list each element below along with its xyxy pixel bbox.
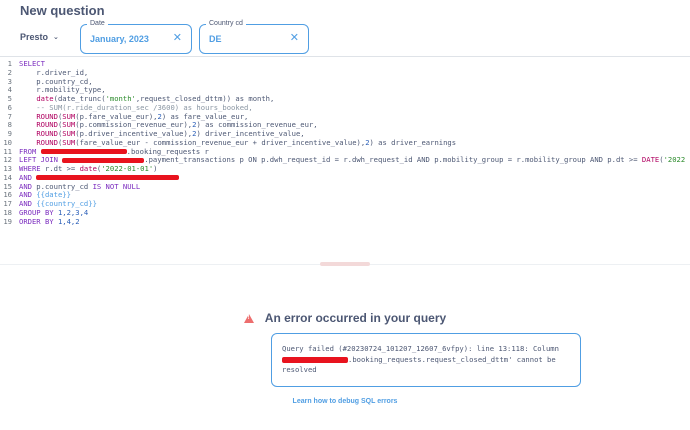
code-line: 19 ORDER BY 1,4,2 xyxy=(0,216,690,227)
error-title: An error occurred in your query xyxy=(264,311,447,325)
page-title: New question xyxy=(20,2,105,18)
date-filter-value: January, 2023 xyxy=(90,34,149,44)
error-line: .booking_requests.request_closed_dttm' c… xyxy=(282,355,570,366)
redaction-mark xyxy=(282,356,348,363)
resize-handle[interactable] xyxy=(320,262,370,266)
date-filter-label: Date xyxy=(87,20,108,28)
code-line: 18 GROUP BY 1,2,3,4 xyxy=(0,208,690,218)
chevron-down-icon: ⌄ xyxy=(53,34,59,41)
country-filter-value: DE xyxy=(209,34,222,44)
error-message-box: Query failed (#20230724_101207_12607_6vf… xyxy=(271,333,581,387)
code-line: 10 ROUND(SUM(fare_value_eur - commission… xyxy=(0,138,690,148)
filter-bar: Presto ⌄ Date January, 2023 ✕ Country cd… xyxy=(0,20,690,57)
country-filter[interactable]: Country cd DE ✕ xyxy=(199,20,309,54)
database-name: Presto xyxy=(20,32,49,42)
sql-editor[interactable]: 1 SELECT 2 r.driver_id, 3 p.country_cd, 4… xyxy=(0,59,690,264)
code-line: 13 WHERE r.dt >= date('2022-01-01') xyxy=(0,164,690,174)
error-line: Query failed (#20230724_101207_12607_6vf… xyxy=(282,344,559,353)
error-line: resolved xyxy=(282,365,317,374)
close-icon[interactable]: ✕ xyxy=(290,32,299,44)
page-header: New question xyxy=(0,0,690,20)
error-header: An error occurred in your query xyxy=(0,311,690,325)
database-selector[interactable]: Presto ⌄ xyxy=(20,32,59,42)
redaction-mark xyxy=(62,157,145,163)
close-icon[interactable]: ✕ xyxy=(173,32,182,44)
country-filter-label: Country cd xyxy=(206,20,246,28)
code-line: 16 AND {{date}} xyxy=(0,190,690,200)
code-line: 1 SELECT xyxy=(0,59,690,69)
code-line: 17 AND {{country_cd}} xyxy=(0,199,690,209)
code-line: 2 r.driver_id, xyxy=(0,68,690,78)
date-filter[interactable]: Date January, 2023 ✕ xyxy=(80,20,192,54)
redaction-mark xyxy=(40,149,127,154)
redaction-mark xyxy=(36,175,180,181)
debug-sql-link[interactable]: Learn how to debug SQL errors xyxy=(0,398,690,405)
warning-icon xyxy=(243,313,254,323)
line-number: 19 xyxy=(3,216,12,226)
code-line: 15 AND p.country_cd IS NOT NULL xyxy=(0,182,690,192)
